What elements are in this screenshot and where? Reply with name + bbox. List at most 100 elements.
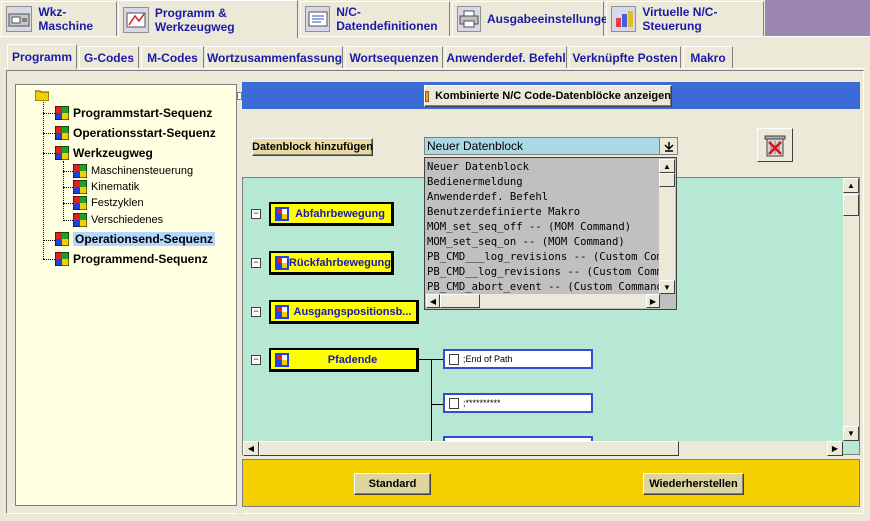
- machine-icon: [6, 6, 33, 32]
- tab-machine[interactable]: Wkz-Maschine: [1, 1, 117, 36]
- block-ausgangsposition[interactable]: Ausgangspositionsb...: [269, 300, 419, 324]
- option-abort-event[interactable]: PB_CMD_abort_event -- (Custom Command): [427, 280, 660, 294]
- tab-output-settings[interactable]: Ausgabeeinstellungen: [452, 1, 615, 36]
- scroll-right-icon[interactable]: ▶: [827, 441, 843, 456]
- collapse-toggle-icon[interactable]: −: [251, 258, 261, 268]
- sequence-cube-icon: [73, 164, 87, 178]
- subtab-label: Anwenderdef. Befehl: [446, 50, 566, 65]
- block-icon: [275, 206, 289, 221]
- collapse-toggle-icon[interactable]: −: [251, 209, 261, 219]
- tree-root[interactable]: [35, 87, 49, 103]
- sequence-cube-icon: [55, 106, 69, 120]
- subtab-wortzusammenfassung[interactable]: Wortzusammenfassung: [206, 46, 343, 68]
- tab-program-toolpath[interactable]: Programm & Werkzeugweg: [118, 0, 298, 38]
- add-block-button[interactable]: Datenblock hinzufügen: [252, 138, 373, 156]
- subtab-makro[interactable]: Makro: [683, 46, 733, 68]
- subtab-verknuepfte-posten[interactable]: Verknüpfte Posten: [569, 46, 681, 68]
- scroll-up-icon[interactable]: ▲: [843, 178, 859, 193]
- tree-item-label: Festzyklen: [91, 197, 144, 209]
- bottom-action-bar: [242, 459, 860, 507]
- scroll-thumb[interactable]: [659, 173, 675, 187]
- block-pfadende[interactable]: Pfadende: [269, 348, 419, 372]
- scroll-right-icon[interactable]: ▶: [646, 294, 660, 308]
- scroll-up-icon[interactable]: ▲: [659, 159, 675, 173]
- subtab-label: Wortsequenzen: [349, 50, 439, 65]
- tree-item-label: Programmend-Sequenz: [73, 252, 208, 266]
- standard-button[interactable]: Standard: [354, 473, 431, 495]
- button-label: Wiederherstellen: [649, 478, 738, 490]
- tree-item-verschiedenes[interactable]: Verschiedenes: [73, 212, 163, 228]
- canvas-horizontal-scrollbar[interactable]: ◀ ▶: [243, 441, 843, 456]
- tree-item-werkzeugweg[interactable]: Werkzeugweg: [55, 145, 153, 161]
- option-mom-set-seq-off[interactable]: MOM_set_seq_off -- (MOM Command): [427, 220, 631, 234]
- sub-tab-bar: Programm G-Codes M-Codes Wortzusammenfas…: [4, 44, 866, 69]
- tab-label: Wkz-Maschine: [38, 5, 94, 33]
- document-icon: [449, 353, 459, 365]
- block-type-select[interactable]: Neuer Datenblock: [424, 137, 678, 155]
- tree-item-kinematik[interactable]: Kinematik: [73, 179, 139, 195]
- collapse-toggle-icon[interactable]: −: [251, 355, 261, 365]
- block-label: Pfadende: [327, 353, 378, 366]
- subtab-label: Verknüpfte Posten: [572, 50, 678, 65]
- block-type-options-list: Neuer Datenblock Bedienermeldung Anwende…: [424, 157, 677, 310]
- sub-item-label: ;End of Path: [463, 354, 513, 364]
- subtab-anwenderdef-befehl[interactable]: Anwenderdef. Befehl: [445, 46, 567, 68]
- option-anwenderdef-befehl[interactable]: Anwenderdef. Befehl: [427, 190, 548, 204]
- canvas-vertical-scrollbar[interactable]: ▲ ▼: [843, 178, 859, 441]
- tree-item-label: Maschinensteuerung: [91, 165, 194, 177]
- program-icon: [123, 6, 149, 33]
- scroll-thumb[interactable]: [440, 294, 480, 308]
- tab-label: N/C-Datendefinitionen: [336, 5, 438, 33]
- scroll-thumb[interactable]: [259, 441, 679, 456]
- options-vertical-scrollbar[interactable]: ▲ ▼: [659, 159, 675, 294]
- tree-item-festzyklen[interactable]: Festzyklen: [73, 195, 144, 211]
- block-rueckfahrbewegung[interactable]: Rückfahrbewegung: [269, 251, 394, 275]
- tree-connector: [43, 133, 55, 134]
- block-abfahrbewegung[interactable]: Abfahrbewegung: [269, 202, 394, 226]
- tree-item-programmend[interactable]: Programmend-Sequenz: [55, 251, 208, 267]
- tree-connector: [63, 203, 73, 204]
- options-horizontal-scrollbar[interactable]: ◀ ▶: [426, 294, 660, 308]
- tree-item-operationsstart[interactable]: Operationsstart-Sequenz: [55, 125, 216, 141]
- scroll-thumb[interactable]: [843, 194, 859, 216]
- tab-virtual-nc[interactable]: Virtuelle N/C-Steuerung: [606, 1, 764, 36]
- subtab-wortsequenzen[interactable]: Wortsequenzen: [345, 46, 443, 68]
- subtab-label: Makro: [690, 50, 726, 65]
- tab-label: Ausgabeeinstellungen: [487, 12, 616, 26]
- option-benutzerdef-makro[interactable]: Benutzerdefinierte Makro: [427, 205, 580, 219]
- block-icon: [275, 304, 289, 319]
- tree-connector: [43, 240, 55, 241]
- scroll-left-icon[interactable]: ◀: [243, 441, 259, 456]
- tree-item-operationsend[interactable]: Operationsend-Sequenz: [55, 231, 216, 247]
- tab-label: Virtuelle N/C-Steuerung: [642, 5, 718, 33]
- option-log-revisions-2[interactable]: PB_CMD__log_revisions -- (Custom Command…: [427, 265, 660, 279]
- sequence-cube-icon: [55, 232, 69, 246]
- sub-item-comment-stars[interactable]: ;**********: [443, 393, 593, 413]
- option-mom-set-seq-on[interactable]: MOM_set_seq_on -- (MOM Command): [427, 235, 625, 249]
- scroll-left-icon[interactable]: ◀: [426, 294, 440, 308]
- collapse-toggle-icon[interactable]: −: [251, 307, 261, 317]
- tab-nc-data[interactable]: N/C-Datendefinitionen: [300, 1, 450, 36]
- tree-connector: [63, 220, 73, 221]
- combined-blocks-button[interactable]: Kombinierte N/C Code-Datenblöcke anzeige…: [424, 85, 672, 107]
- top-tab-bar: Wkz-Maschine Programm & Werkzeugweg N/C-…: [0, 0, 870, 38]
- trash-button[interactable]: [757, 128, 793, 162]
- tree-connector: [63, 161, 64, 221]
- restore-button[interactable]: Wiederherstellen: [643, 473, 744, 495]
- connector-line: [431, 404, 443, 405]
- tree-connector: [43, 259, 55, 260]
- subtab-m-codes[interactable]: M-Codes: [141, 46, 204, 68]
- tree-item-maschinensteuerung[interactable]: Maschinensteuerung: [73, 163, 193, 179]
- sequence-cube-icon: [55, 252, 69, 266]
- subtab-g-codes[interactable]: G-Codes: [79, 46, 139, 68]
- scroll-down-icon[interactable]: ▼: [843, 426, 859, 441]
- scroll-down-icon[interactable]: ▼: [659, 280, 675, 294]
- block-label: Rückfahrbewegung: [288, 256, 391, 269]
- option-neuer-datenblock[interactable]: Neuer Datenblock: [427, 160, 529, 174]
- option-bedienermeldung[interactable]: Bedienermeldung: [427, 175, 523, 189]
- dropdown-arrow-icon[interactable]: [659, 138, 677, 154]
- sub-item-end-of-path[interactable]: ;End of Path: [443, 349, 593, 369]
- option-log-revisions-1[interactable]: PB_CMD___log_revisions -- (Custom Comman…: [427, 250, 660, 264]
- subtab-programm[interactable]: Programm: [7, 44, 77, 69]
- tree-item-programmstart[interactable]: Programmstart-Sequenz: [55, 105, 212, 121]
